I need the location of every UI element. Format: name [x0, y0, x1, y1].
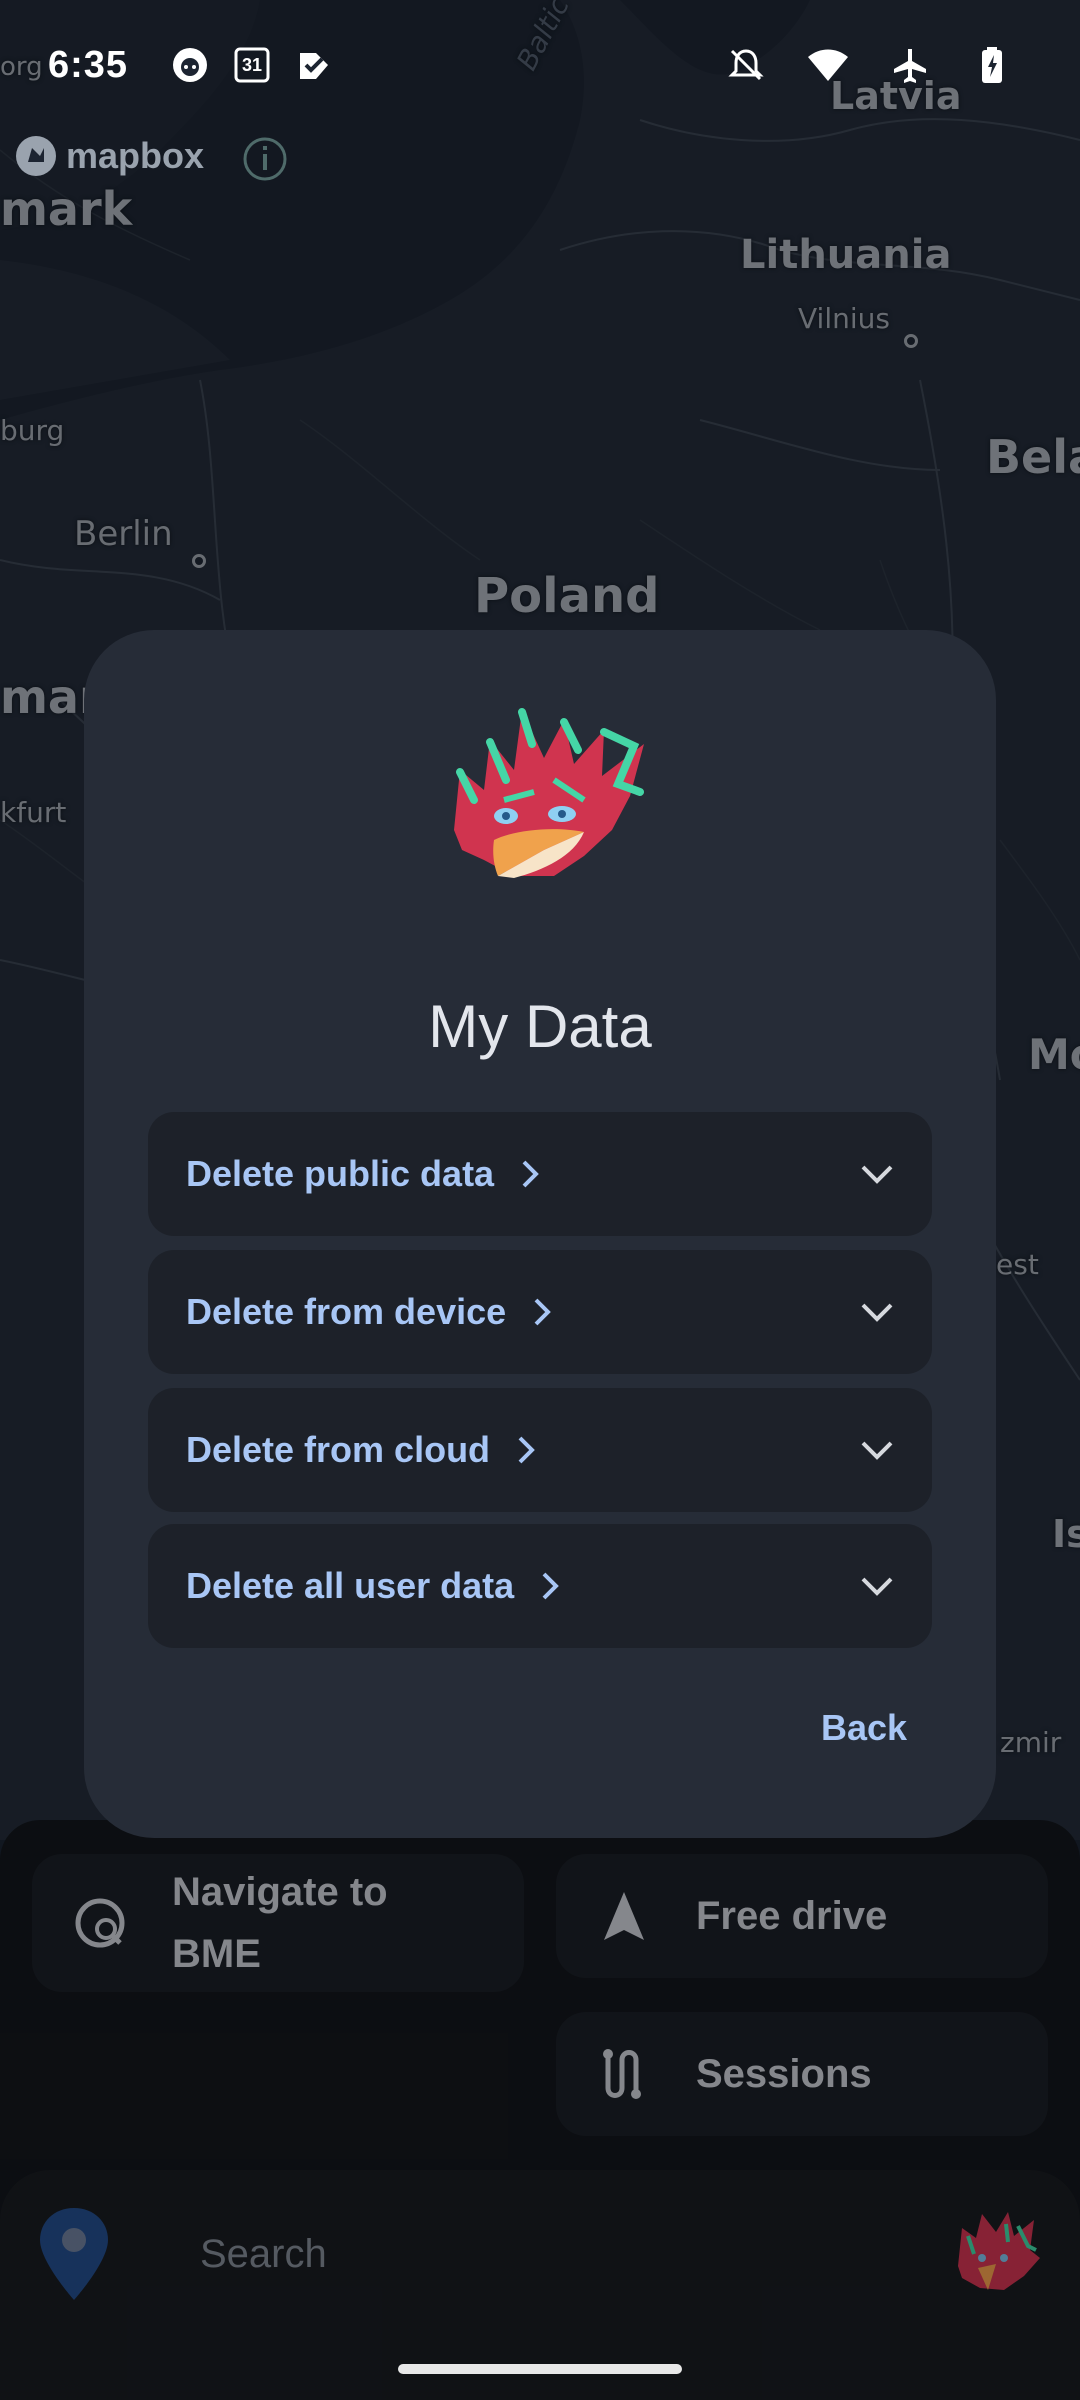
- calendar-icon: 31: [230, 43, 274, 87]
- notifications-off-icon: [724, 43, 768, 87]
- chevron-down-icon[interactable]: [860, 1163, 894, 1185]
- mapbox-logo: mapbox: [14, 134, 204, 178]
- attribution-info-icon[interactable]: [242, 136, 288, 187]
- delete-from-cloud-item[interactable]: Delete from cloud: [148, 1388, 932, 1512]
- dialog-title: My Data: [428, 993, 652, 1060]
- delete-public-data-item[interactable]: Delete public data: [148, 1112, 932, 1236]
- delete-all-user-data-label: Delete all user data: [186, 1565, 515, 1606]
- chevron-right-icon: [540, 1571, 560, 1601]
- chevron-down-icon[interactable]: [860, 1439, 894, 1461]
- mapbox-logo-icon: [16, 136, 56, 176]
- wifi-icon: [806, 43, 850, 87]
- assistant-icon: [292, 43, 336, 87]
- back-button[interactable]: Back: [784, 1688, 944, 1768]
- chevron-right-icon: [520, 1159, 540, 1189]
- status-bar: 6:35 31: [0, 0, 1080, 130]
- chevron-right-icon: [516, 1435, 536, 1465]
- calendar-day: 31: [242, 54, 263, 75]
- my-data-dialog: My Data Delete public data Delete from d…: [84, 630, 996, 1838]
- delete-all-user-data-item[interactable]: Delete all user data: [148, 1524, 932, 1648]
- battery-charging-icon: [970, 43, 1014, 87]
- chevron-right-icon: [532, 1297, 552, 1327]
- airplane-mode-icon: [888, 43, 932, 87]
- delete-from-cloud-label: Delete from cloud: [186, 1429, 491, 1470]
- delete-from-device-label: Delete from device: [186, 1291, 507, 1332]
- delete-public-data-label: Delete public data: [186, 1153, 495, 1194]
- status-time: 6:35: [48, 43, 129, 86]
- chevron-down-icon[interactable]: [860, 1575, 894, 1597]
- mapbox-wordmark: mapbox: [66, 135, 205, 176]
- chevron-down-icon[interactable]: [860, 1301, 894, 1323]
- dialog-avatar-image: [434, 680, 654, 900]
- gesture-navigation-bar[interactable]: [398, 2364, 682, 2374]
- github-icon: [168, 43, 212, 87]
- delete-from-device-item[interactable]: Delete from device: [148, 1250, 932, 1374]
